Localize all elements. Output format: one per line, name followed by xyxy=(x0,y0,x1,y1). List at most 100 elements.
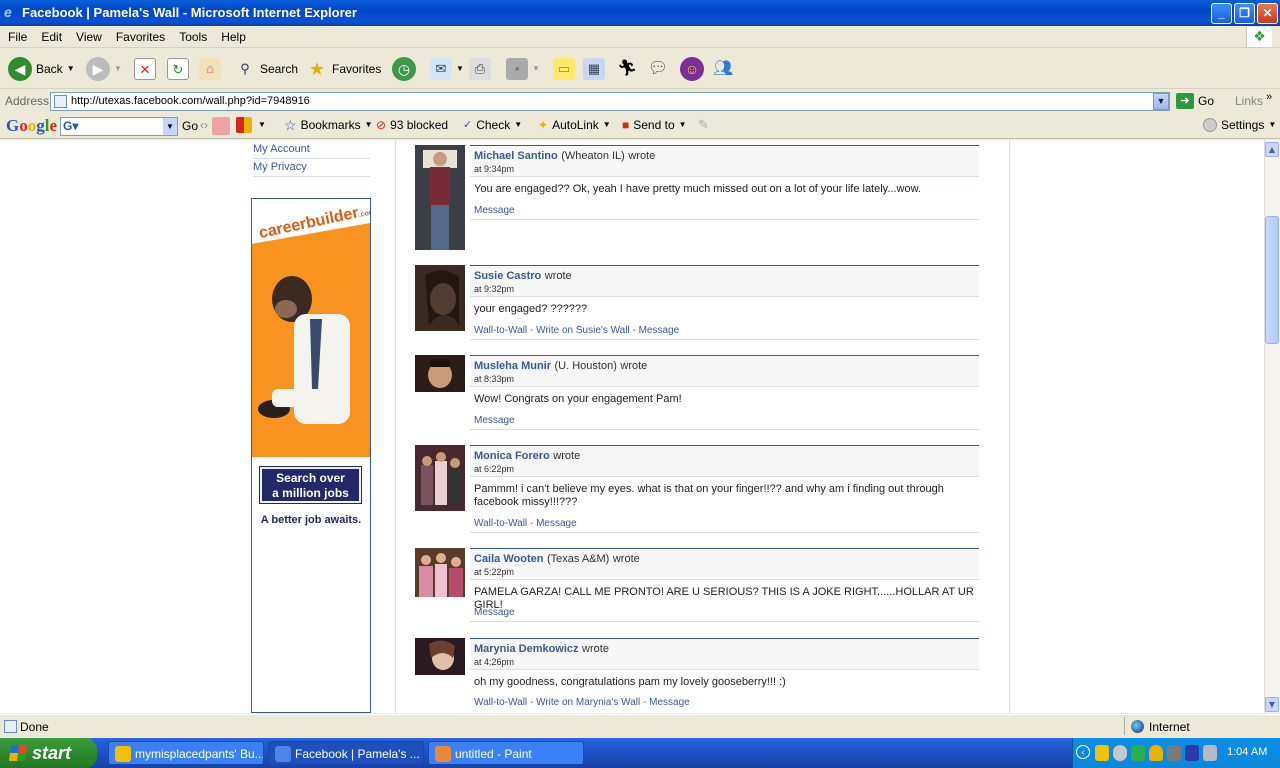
wall-post-profile-photo[interactable] xyxy=(415,145,465,250)
google-go-button[interactable]: Go xyxy=(182,119,198,133)
menu-tools[interactable]: Tools xyxy=(171,26,213,44)
google-search-dropdown-icon[interactable]: ▼ xyxy=(163,118,177,135)
poster-name-link[interactable]: Caila Wooten xyxy=(474,553,543,565)
poster-name-link[interactable]: Musleha Munir xyxy=(474,360,551,372)
message-link[interactable]: Message xyxy=(474,205,515,216)
tray-expand-icon[interactable]: ‹ xyxy=(1076,745,1090,759)
poster-name-link[interactable]: Michael Santino xyxy=(474,150,558,162)
google-news-icon[interactable] xyxy=(236,117,252,133)
settings-button[interactable]: Settings ▼ xyxy=(1203,118,1276,132)
post-time: at 8:33pm xyxy=(474,374,515,384)
history-button[interactable]: ◷ xyxy=(392,55,416,83)
taskbar-button-facebook[interactable]: Facebook | Pamela's ... xyxy=(268,741,424,765)
edit-button[interactable]: ▪ ▼ xyxy=(506,55,540,83)
windows-taskbar: start mymisplacedpants' Bu... Facebook |… xyxy=(0,738,1280,768)
address-dropdown-icon[interactable]: ▼ xyxy=(1153,93,1169,110)
msn-messenger-button[interactable]: 👥︎ xyxy=(712,55,734,83)
check-label: Check xyxy=(476,118,511,132)
home-button[interactable]: ⌂ xyxy=(199,55,221,83)
popup-blocker-button[interactable]: ⊘ 93 blocked xyxy=(376,118,448,132)
task-label: Facebook | Pamela's ... xyxy=(295,747,420,761)
taskbar-button-paint[interactable]: untitled - Paint xyxy=(428,741,584,765)
scrollbar-thumb[interactable] xyxy=(1265,216,1279,344)
wall-post-profile-photo[interactable] xyxy=(415,548,465,597)
discuss-button[interactable]: 💬︎ xyxy=(647,55,669,83)
search-button[interactable]: ⚲ Search xyxy=(234,55,298,83)
poster-name-link[interactable]: Susie Castro xyxy=(474,270,541,282)
tray-clock[interactable]: 1:04 AM xyxy=(1227,746,1267,758)
tray-connection-icon[interactable] xyxy=(1167,745,1181,761)
message-link[interactable]: Message xyxy=(649,697,690,708)
wall-post-profile-photo[interactable] xyxy=(415,355,465,392)
wall-post-profile-photo[interactable] xyxy=(415,445,465,511)
spell-check-button[interactable]: ✓ Check ▼ xyxy=(463,118,522,132)
scroll-up-icon[interactable]: ▲ xyxy=(1265,142,1279,157)
spell-check-icon: ✓ xyxy=(463,119,473,131)
refresh-button[interactable]: ↻ xyxy=(167,55,189,83)
wall-to-wall-link[interactable]: Wall-to-Wall xyxy=(474,697,527,708)
favorites-button[interactable]: ★ Favorites xyxy=(306,55,381,83)
post-divider xyxy=(470,219,979,220)
scroll-down-icon[interactable]: ▼ xyxy=(1265,697,1279,712)
message-link[interactable]: Message xyxy=(474,607,515,618)
research-button[interactable]: ▦ xyxy=(583,55,605,83)
stop-button[interactable]: ✕ xyxy=(134,55,156,83)
post-time: at 6:22pm xyxy=(474,464,515,474)
toolbar-chevron-icon[interactable]: » xyxy=(1266,91,1272,103)
address-input[interactable]: http://utexas.facebook.com/wall.php?id=7… xyxy=(50,92,1170,111)
close-button[interactable]: ✕ xyxy=(1257,3,1278,24)
message-link[interactable]: Message xyxy=(536,518,577,529)
google-options-icon[interactable]: ‹› xyxy=(200,118,208,132)
tray-monitor-icon[interactable] xyxy=(1203,745,1217,761)
google-search-input[interactable]: G▾ ▼ xyxy=(60,117,178,136)
forward-button[interactable]: ▶ ▼ xyxy=(86,55,122,83)
autolink-button[interactable]: ✦ AutoLink ▼ xyxy=(538,118,611,132)
history-icon: ◷ xyxy=(392,57,416,81)
minimize-button[interactable]: _ xyxy=(1211,3,1232,24)
restore-button[interactable]: ❐ xyxy=(1234,3,1255,24)
taskbar-button-aim[interactable]: mymisplacedpants' Bu... xyxy=(108,741,264,765)
wall-post-profile-photo[interactable] xyxy=(415,265,465,331)
menu-view[interactable]: View xyxy=(68,26,108,44)
wall-to-wall-link[interactable]: Wall-to-Wall xyxy=(474,325,527,336)
sidebar-link-my-privacy[interactable]: My Privacy xyxy=(253,161,307,173)
send-to-button[interactable]: ■ Send to ▼ xyxy=(622,118,687,132)
menu-help[interactable]: Help xyxy=(213,26,252,44)
highlighter-icon[interactable]: ✎ xyxy=(698,117,709,133)
yahoo-messenger-button[interactable]: ☺ xyxy=(680,55,704,83)
print-button[interactable]: ⎙ xyxy=(469,55,491,83)
poster-name-link[interactable]: Monica Forero xyxy=(474,450,550,462)
sidebar-link-my-account[interactable]: My Account xyxy=(253,143,310,155)
menu-edit[interactable]: Edit xyxy=(33,26,68,44)
start-button[interactable]: start xyxy=(0,738,97,768)
go-button[interactable]: ➔ Go xyxy=(1176,93,1214,109)
windows-logo-icon: ❖ xyxy=(1246,27,1272,47)
go-arrow-icon: ➔ xyxy=(1176,93,1194,109)
tray-network-icon[interactable] xyxy=(1131,745,1145,761)
window-title-bar[interactable]: e Facebook | Pamela's Wall - Microsoft I… xyxy=(0,0,1280,26)
poster-name-link[interactable]: Marynia Demkowicz xyxy=(474,643,579,655)
wall-to-wall-link[interactable]: Wall-to-Wall xyxy=(474,518,527,529)
links-button[interactable]: Links xyxy=(1235,94,1263,108)
message-link[interactable]: Message xyxy=(639,325,680,336)
back-button[interactable]: ◀ Back ▼ xyxy=(8,55,75,83)
write-on-wall-link[interactable]: Write on Susie's Wall xyxy=(536,325,630,336)
bookmarks-button[interactable]: ☆ Bookmarks ▼ xyxy=(284,118,373,132)
mail-button[interactable]: ✉ ▼ xyxy=(430,55,464,83)
pagerank-icon[interactable] xyxy=(212,117,230,135)
settings-label: Settings xyxy=(1221,118,1265,132)
news-dropdown-icon[interactable]: ▼ xyxy=(258,120,266,129)
wall-post-profile-photo[interactable] xyxy=(415,638,465,675)
tray-volume-icon[interactable] xyxy=(1113,745,1127,761)
menu-file[interactable]: File xyxy=(0,26,33,44)
ad-search-jobs-button[interactable]: Search over a million jobs xyxy=(260,467,361,503)
write-on-wall-link[interactable]: Write on Marynia's Wall xyxy=(536,697,640,708)
notes-button[interactable]: ▭ xyxy=(553,55,575,83)
tray-security-shield-icon[interactable] xyxy=(1149,745,1163,761)
tray-app-icon[interactable] xyxy=(1185,745,1199,761)
message-link[interactable]: Message xyxy=(474,415,515,426)
careerbuilder-ad[interactable]: careerbuilder.com Search over a million … xyxy=(251,198,371,713)
tray-aim-icon[interactable] xyxy=(1095,745,1109,761)
aim-button[interactable]: 🏃︎ xyxy=(616,55,638,83)
menu-favorites[interactable]: Favorites xyxy=(108,26,171,44)
